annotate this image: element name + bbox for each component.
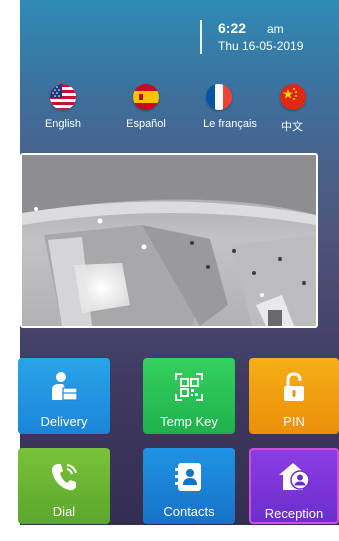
language-chinese[interactable]: 中文: [265, 84, 319, 136]
contacts-book-icon: [143, 460, 235, 494]
clock-time: 6:22: [218, 20, 247, 36]
france-flag-icon: [206, 84, 232, 110]
tile-label: PIN: [283, 414, 305, 429]
clock-widget: 6:22 am Thu 16-05-2019: [200, 16, 330, 62]
language-label: 中文: [281, 121, 303, 133]
spain-flag-icon: [133, 84, 159, 110]
clock-ampm: am: [267, 22, 284, 36]
tile-label: Dial: [52, 504, 76, 519]
tile-label: Temp Key: [160, 414, 218, 429]
china-flag-icon: [280, 84, 306, 110]
language-label: Le français: [203, 118, 257, 130]
language-spanish[interactable]: Español: [106, 84, 186, 136]
qr-code-icon: [143, 370, 235, 404]
unlock-icon: [249, 370, 339, 404]
contacts-button[interactable]: Contacts: [143, 448, 235, 524]
language-french[interactable]: Le français: [190, 84, 270, 136]
language-english[interactable]: English: [23, 84, 103, 136]
language-selector: English Español Le français 中文: [0, 84, 319, 136]
tile-label: Reception: [264, 506, 324, 521]
reception-button[interactable]: Reception: [249, 448, 339, 524]
camera-image: [22, 155, 316, 326]
reception-house-icon: [251, 460, 337, 494]
us-flag-icon: [50, 84, 76, 110]
delivery-person-icon: [18, 370, 110, 404]
phone-icon: [18, 460, 110, 494]
delivery-button[interactable]: Delivery: [18, 358, 110, 434]
clock-divider: [200, 20, 202, 54]
pin-button[interactable]: PIN: [249, 358, 339, 434]
language-label: English: [44, 118, 82, 130]
language-label: Español: [126, 118, 166, 130]
tile-label: Delivery: [40, 414, 88, 429]
tile-label: Contacts: [163, 504, 215, 519]
dial-button[interactable]: Dial: [18, 448, 110, 524]
temp-key-button[interactable]: Temp Key: [143, 358, 235, 434]
camera-feed[interactable]: [20, 153, 318, 328]
clock-date: Thu 16-05-2019: [218, 39, 304, 53]
